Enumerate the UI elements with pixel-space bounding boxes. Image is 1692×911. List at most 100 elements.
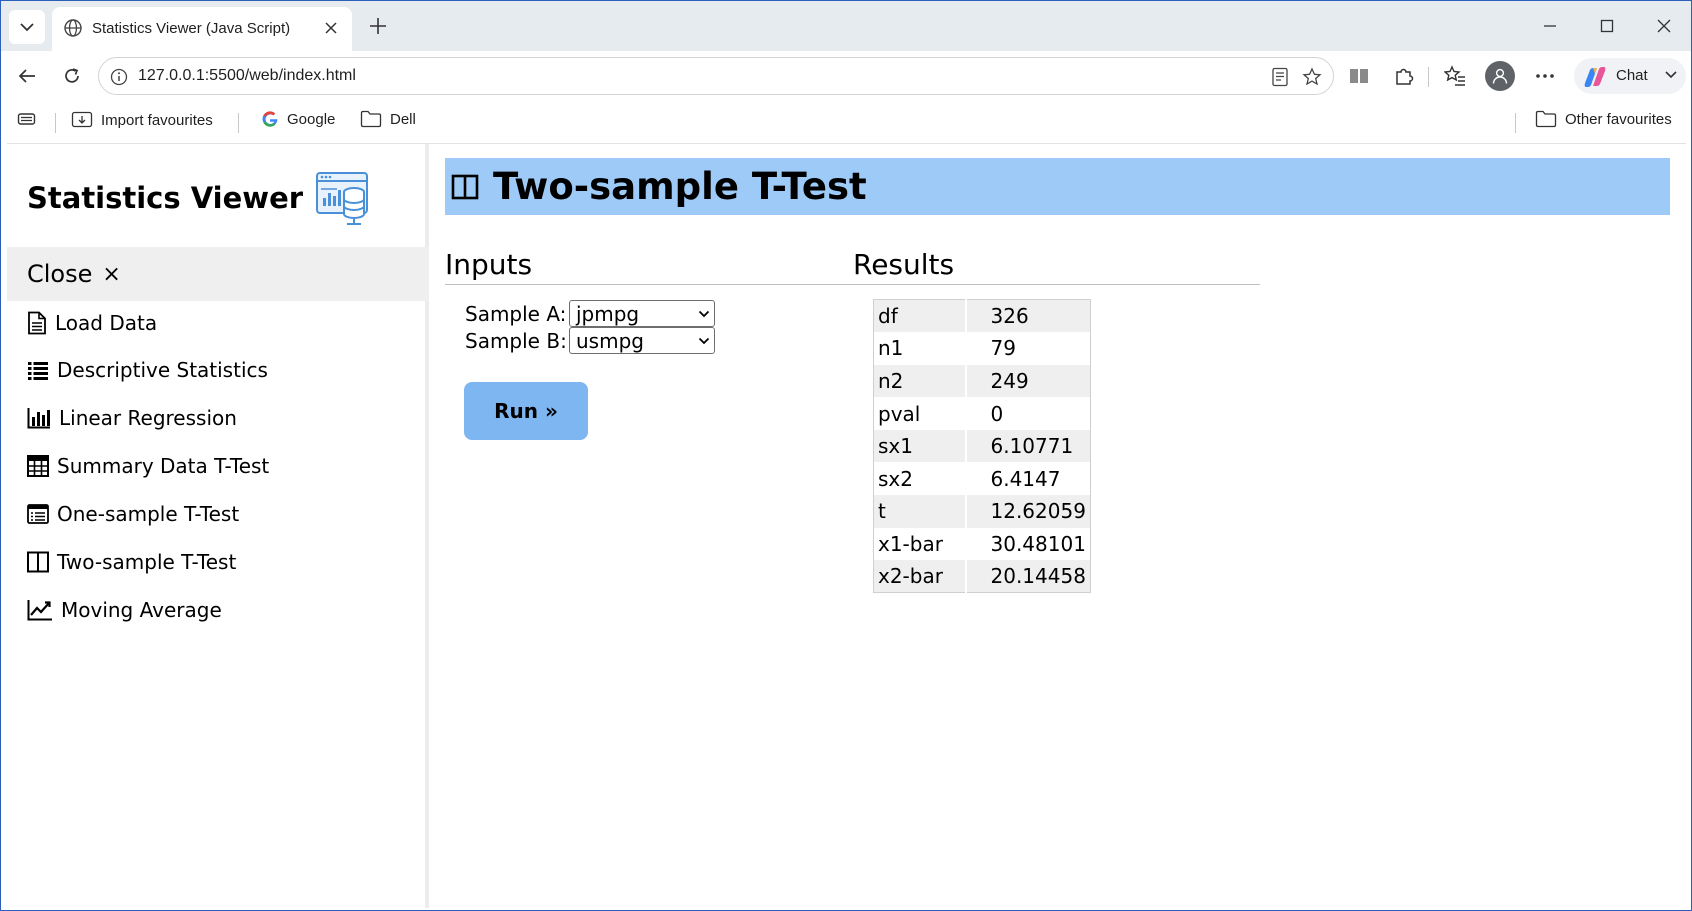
result-key: sx1 xyxy=(873,429,967,463)
address-bar[interactable]: 127.0.0.1:5500/web/index.html xyxy=(98,57,1334,95)
favourite-label: Google xyxy=(287,110,336,128)
refresh-button[interactable] xyxy=(56,60,88,92)
favourites-bar: Import favourites Google Dell Other favo… xyxy=(1,101,1691,141)
chevron-down-icon xyxy=(20,23,34,32)
person-icon xyxy=(1492,68,1508,84)
table-row: sx2 6.4147 xyxy=(873,462,1091,496)
tab-bar: Statistics Viewer (Java Script) xyxy=(1,1,1691,51)
extensions-button[interactable] xyxy=(1388,60,1420,92)
split-screen-button[interactable] xyxy=(1343,60,1375,92)
sidebar-item-descriptive-statistics[interactable]: Descriptive Statistics xyxy=(27,354,268,386)
table-row: t 12.62059 xyxy=(873,495,1091,528)
maximize-icon xyxy=(1600,19,1614,33)
more-horizontal-icon xyxy=(1536,74,1554,78)
sidebar-item-label: Summary Data T-Test xyxy=(57,454,270,478)
reader-view-button[interactable] xyxy=(1269,66,1291,88)
close-icon xyxy=(325,22,337,34)
tab-actions-button[interactable] xyxy=(17,111,37,127)
table-row: pval 0 xyxy=(873,397,1091,430)
back-button[interactable] xyxy=(11,60,43,92)
favourites-separator xyxy=(238,113,239,133)
active-tab[interactable]: Statistics Viewer (Java Script) xyxy=(52,7,352,51)
other-favourites[interactable]: Other favourites xyxy=(1535,110,1672,128)
favourite-label: Dell xyxy=(390,110,416,128)
list-box-icon xyxy=(27,504,49,524)
chevron-down-icon xyxy=(1665,71,1677,79)
close-icon: × xyxy=(102,261,121,287)
new-tab-button[interactable] xyxy=(363,11,393,41)
run-button[interactable]: Run » xyxy=(464,382,588,440)
table-row: df 326 xyxy=(873,299,1091,333)
sidebar-item-label: Linear Regression xyxy=(59,406,237,430)
line-chart-icon xyxy=(27,600,52,621)
reader-view-icon xyxy=(1272,67,1288,87)
app-title: Statistics Viewer xyxy=(27,181,304,215)
folder-icon xyxy=(1535,110,1557,128)
sidebar-item-one-sample-t-test[interactable]: One-sample T-Test xyxy=(27,498,239,530)
page-header: Two-sample T-Test xyxy=(445,158,1670,215)
sidebar-item-load-data[interactable]: Load Data xyxy=(27,307,157,339)
copilot-chat-button[interactable]: Chat xyxy=(1574,58,1686,94)
profile-avatar[interactable] xyxy=(1485,61,1515,91)
sidebar-item-two-sample-t-test[interactable]: Two-sample T-Test xyxy=(27,546,236,578)
folder-icon xyxy=(360,110,382,128)
more-options-button[interactable] xyxy=(1529,60,1561,92)
sidebar-item-label: One-sample T-Test xyxy=(57,502,240,526)
favourite-dell[interactable]: Dell xyxy=(360,110,416,128)
result-value: 30.48101 xyxy=(990,531,1086,556)
result-value: 0 xyxy=(990,401,1004,426)
result-value: 249 xyxy=(965,364,1091,398)
tab-list-button[interactable] xyxy=(9,10,45,44)
result-value: 79 xyxy=(990,336,1016,361)
brand: Statistics Viewer xyxy=(27,170,371,226)
result-value: 6.10771 xyxy=(965,429,1091,463)
favourite-import[interactable]: Import favourites xyxy=(71,110,213,130)
document-icon xyxy=(28,311,46,335)
plus-icon xyxy=(370,18,386,34)
favourites-separator xyxy=(1515,113,1516,133)
other-favourites-label: Other favourites xyxy=(1565,110,1672,128)
favourite-google[interactable]: Google xyxy=(261,110,335,128)
browser-toolbar: 127.0.0.1:5500/web/index.html Chat xyxy=(1,51,1691,101)
sidebar-close-button[interactable]: Close × xyxy=(7,247,429,301)
result-value: 12.62059 xyxy=(965,495,1091,528)
google-icon xyxy=(262,111,278,127)
maximize-button[interactable] xyxy=(1584,9,1630,43)
toolbar-separator xyxy=(1428,67,1429,87)
sample-b-select[interactable]: usmpg xyxy=(569,327,715,354)
results-table: df 326 n1 79 n2 249 pval 0 sx1 6.10771 sx2 6.4… xyxy=(873,299,1091,594)
close-icon xyxy=(1657,19,1671,33)
sidebar: Statistics Viewer Close × Load Data Desc… xyxy=(7,144,429,908)
favourites-button[interactable] xyxy=(1439,60,1471,92)
table-row: n2 249 xyxy=(873,364,1091,398)
sample-b-value: usmpg xyxy=(576,328,644,353)
page-content: Statistics Viewer Close × Load Data Desc… xyxy=(7,143,1686,908)
favourite-star-button[interactable] xyxy=(1301,66,1323,88)
sidebar-item-label: Two-sample T-Test xyxy=(57,550,237,574)
chat-label: Chat xyxy=(1616,67,1648,84)
sample-a-label: Sample A: xyxy=(465,301,567,326)
columns-icon xyxy=(451,174,479,199)
result-value: 326 xyxy=(965,299,1091,333)
result-value: 20.14458 xyxy=(965,560,1091,593)
result-key: df xyxy=(873,299,967,333)
sidebar-item-summary-data-t-test[interactable]: Summary Data T-Test xyxy=(27,450,269,482)
window-close-button[interactable] xyxy=(1641,9,1687,43)
back-arrow-icon xyxy=(18,69,35,83)
tab-close-button[interactable] xyxy=(320,17,342,39)
sidebar-item-moving-average[interactable]: Moving Average xyxy=(27,594,222,626)
chevron-down-icon xyxy=(698,310,710,317)
refresh-icon xyxy=(65,68,79,83)
table-row: sx1 6.10771 xyxy=(873,429,1091,463)
sample-b-row: Sample B: usmpg xyxy=(465,327,715,354)
sample-a-select[interactable]: jpmpg xyxy=(569,300,715,327)
tab-title: Statistics Viewer (Java Script) xyxy=(92,20,291,37)
inputs-heading: Inputs xyxy=(445,248,533,281)
star-icon xyxy=(1302,67,1322,86)
chevron-down-icon xyxy=(698,337,710,344)
minimize-button[interactable] xyxy=(1527,9,1573,43)
info-icon xyxy=(110,68,128,86)
results-heading: Results xyxy=(853,248,955,281)
table-row: x2-bar 20.14458 xyxy=(873,560,1091,593)
sidebar-item-linear-regression[interactable]: Linear Regression xyxy=(27,402,237,434)
